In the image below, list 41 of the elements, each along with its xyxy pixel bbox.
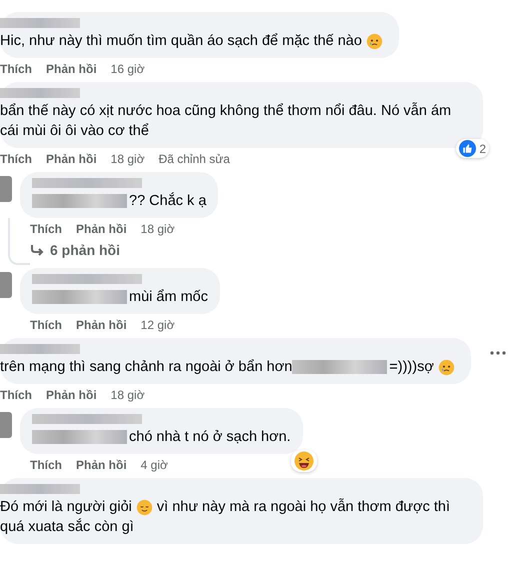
- comment-action-link[interactable]: Phản hồi: [76, 458, 127, 474]
- crying-face-icon: [366, 32, 383, 50]
- relieved-face-icon: [136, 498, 153, 516]
- reply-arrow-icon: [30, 244, 44, 256]
- comment-action-link[interactable]: Thích: [30, 458, 62, 474]
- comment-action-link[interactable]: Phản hồi: [46, 62, 97, 78]
- reaction-badge[interactable]: [290, 450, 317, 472]
- comment-text: vì như này mà ra ngoài họ vẫn thơm được thì: [156, 497, 450, 517]
- comment-time[interactable]: 18 giờ: [140, 222, 175, 238]
- edited-label: Đã chỉnh sửa: [158, 152, 230, 168]
- comment-text: bẩn thế này có xịt nước hoa cũng không thể thơm nổi đâu. Nó vẫn ám cái mùi ôi ôi vào cơ thể: [0, 103, 452, 139]
- comment-text: =))))sợ: [389, 358, 434, 377]
- comment-time[interactable]: 18 giờ: [110, 152, 145, 168]
- comment-time[interactable]: 12 giờ: [140, 318, 175, 334]
- comment-text: Đó mới là người giỏi: [0, 498, 132, 517]
- comment-time[interactable]: 16 giờ: [110, 62, 145, 78]
- comment-text: chó nhà t nó ở sạch hơn.: [129, 428, 291, 447]
- comment-text: Hic, như này thì muốn tìm quần áo sạch để mặc thế nào: [0, 32, 362, 51]
- comment-action-link[interactable]: Phản hồi: [76, 222, 127, 238]
- comment-action-link[interactable]: Thích: [0, 388, 32, 404]
- comment-text: ?? Chắc k ạ: [129, 191, 206, 211]
- view-replies-link[interactable]: 6 phản hồi: [20, 238, 120, 264]
- comment-action-link[interactable]: Thích: [30, 318, 62, 334]
- comment-action-link[interactable]: Phản hồi: [46, 388, 97, 404]
- comment-action-link[interactable]: Thích: [0, 62, 32, 78]
- comment-action-link[interactable]: Thích: [0, 152, 32, 168]
- comment-time[interactable]: 4 giờ: [140, 458, 168, 474]
- comment-action-link[interactable]: Thích: [30, 222, 62, 238]
- comment-text: mùi ẩm mốc: [129, 288, 208, 307]
- reaction-count[interactable]: 2: [456, 139, 489, 158]
- comment-text: quá xuata sắc còn gì: [0, 517, 134, 537]
- like-icon: [459, 140, 476, 157]
- reaction-number: 2: [479, 142, 486, 156]
- more-options-icon[interactable]: [488, 350, 507, 356]
- comment-action-link[interactable]: Phản hồi: [76, 318, 127, 334]
- laughing-face-icon: [294, 451, 314, 471]
- comment-text: trên mạng thì sang chảnh ra ngoài ở bẩn hơn: [0, 358, 292, 377]
- crying-face-icon: [438, 358, 455, 376]
- comment-action-link[interactable]: Phản hồi: [46, 152, 97, 168]
- thread-line: [8, 218, 30, 265]
- comment-time[interactable]: 18 giờ: [110, 388, 145, 404]
